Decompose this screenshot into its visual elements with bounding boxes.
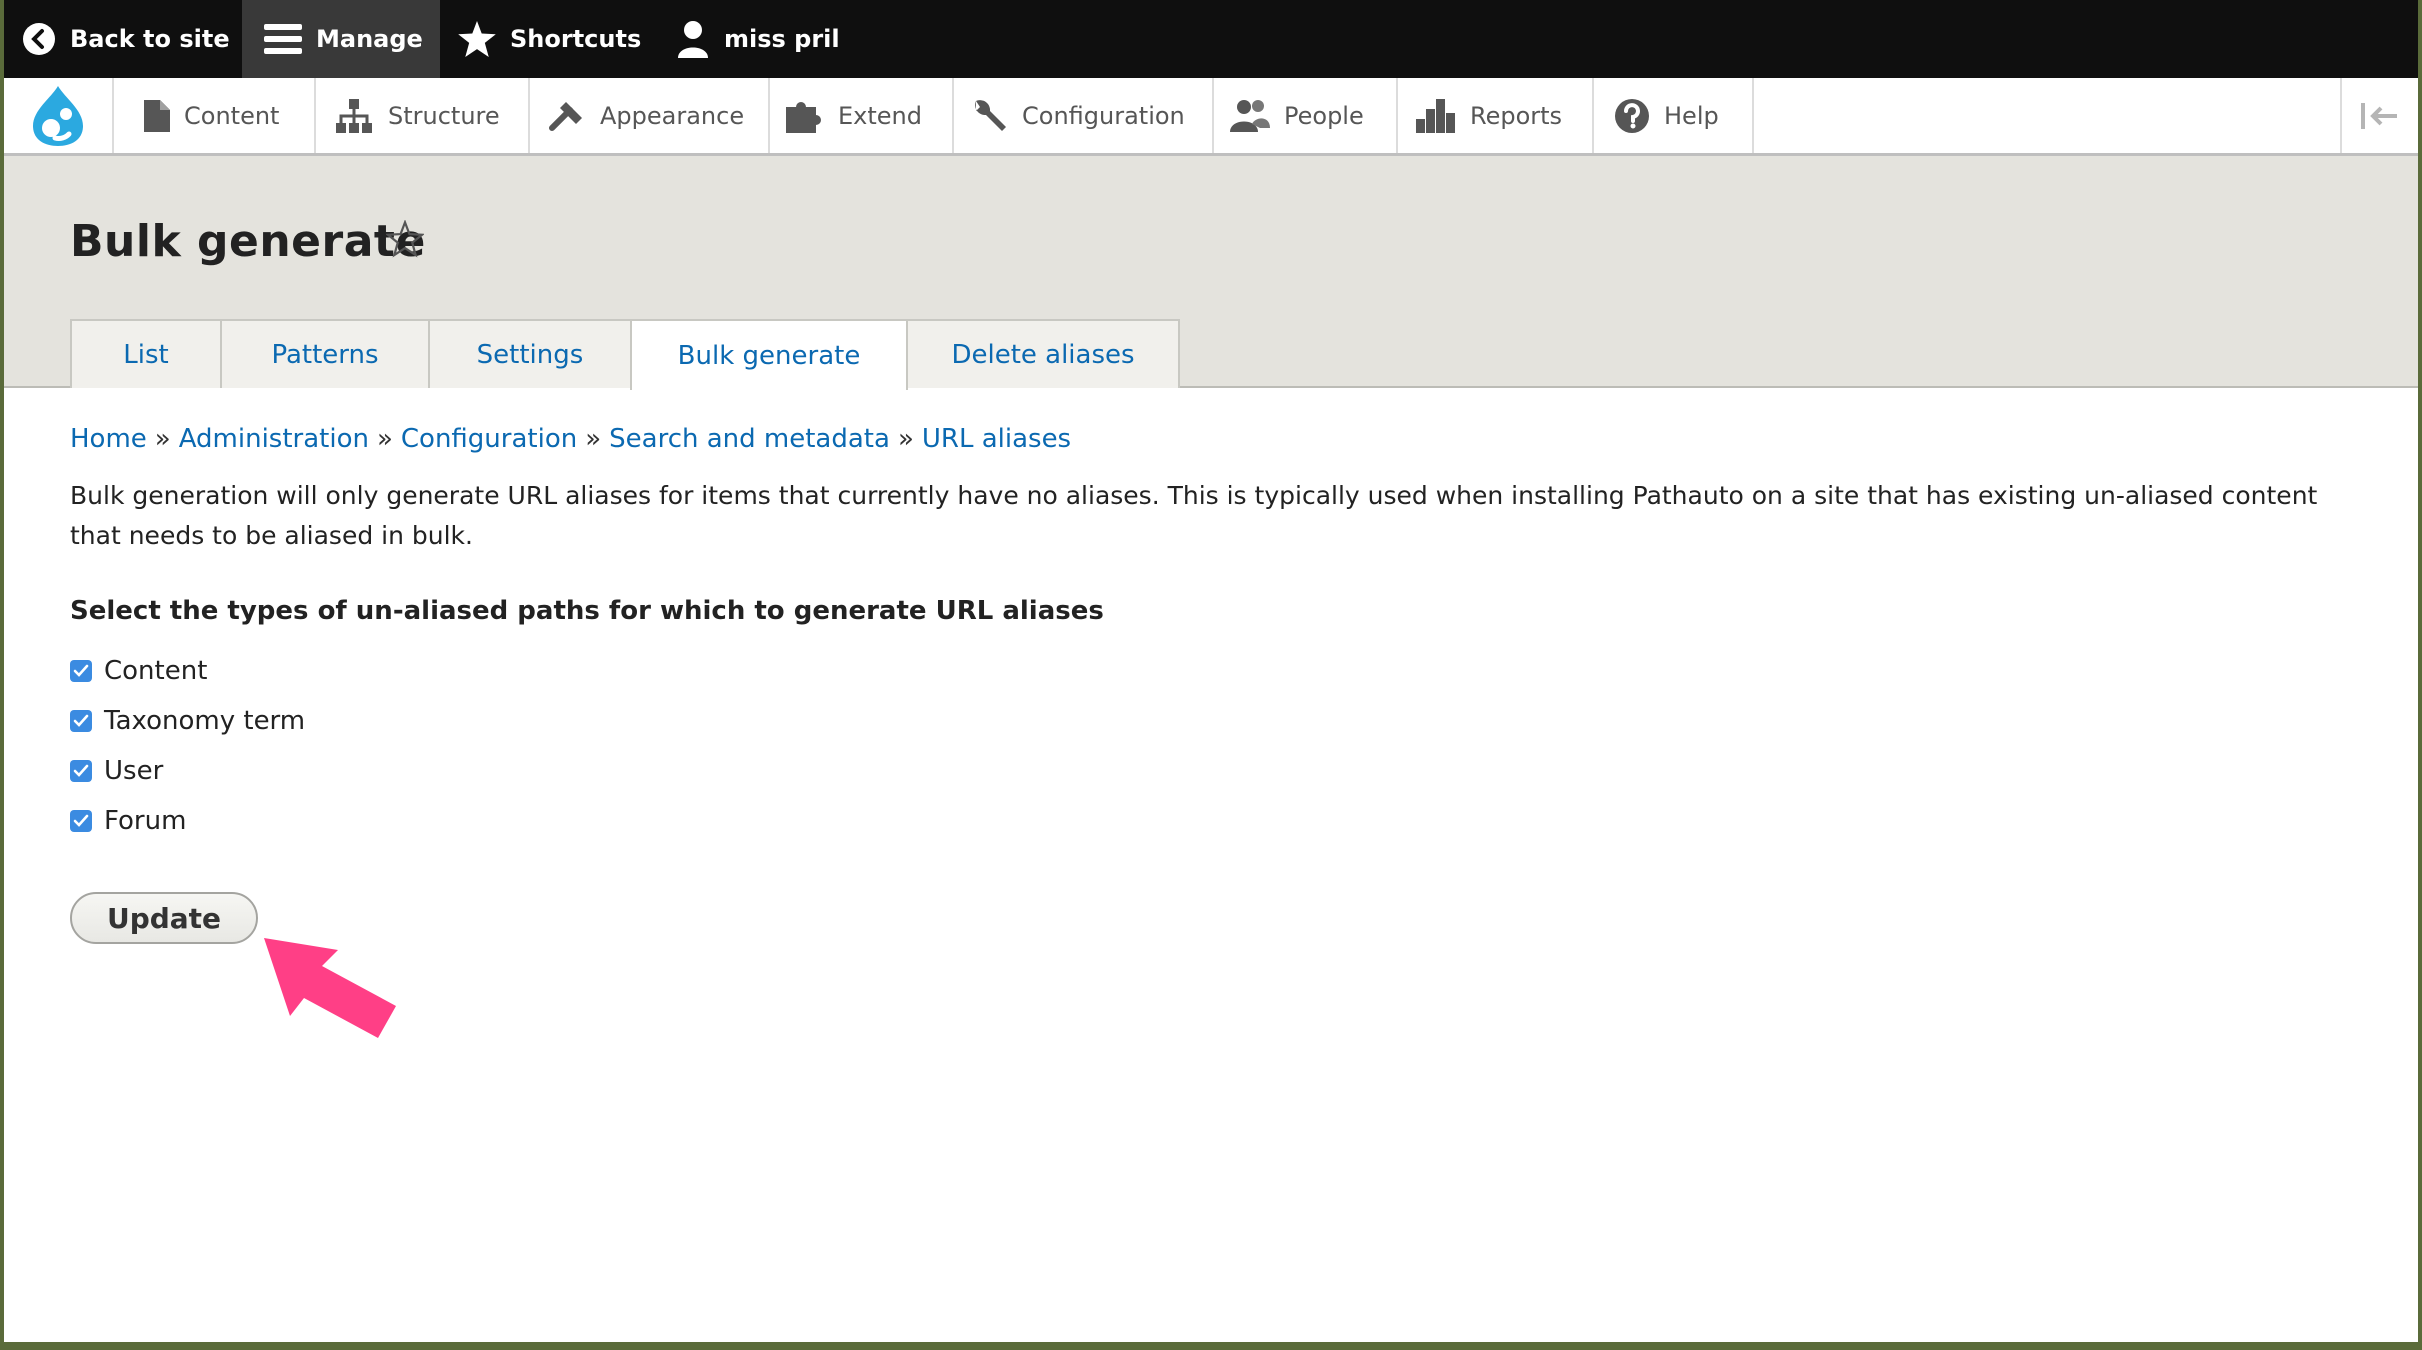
admin-toolbar: Back to site Manage Shortcuts miss pril — [4, 0, 2418, 78]
tray-item-label: Help — [1664, 101, 1719, 130]
help-icon — [1614, 98, 1650, 134]
option-forum[interactable]: Forum — [70, 796, 305, 846]
checkbox-checked-icon[interactable] — [70, 660, 92, 682]
tray-item-appearance[interactable]: Appearance — [530, 78, 770, 153]
browser-viewport: Back to site Manage Shortcuts miss pril — [4, 0, 2418, 1342]
collapse-left-icon — [2361, 102, 2397, 129]
page-title: Bulk generate — [70, 216, 426, 267]
checkbox-checked-icon[interactable] — [70, 760, 92, 782]
tray-item-label: Content — [184, 101, 280, 130]
tray-item-label: People — [1284, 101, 1364, 130]
people-icon — [1230, 98, 1270, 134]
fieldset-label: Select the types of un-aliased paths for… — [70, 596, 1104, 626]
breadcrumb-separator: » — [376, 424, 393, 454]
checkbox-checked-icon[interactable] — [70, 810, 92, 832]
bar-chart-icon — [1416, 98, 1456, 133]
drupal-logo[interactable] — [4, 78, 114, 153]
update-button[interactable]: Update — [70, 892, 258, 944]
sitemap-icon — [334, 98, 374, 133]
tray-item-configuration[interactable]: Configuration — [954, 78, 1214, 153]
primary-tabs: List Patterns Settings Bulk generate Del… — [70, 319, 1180, 390]
option-taxonomy-term[interactable]: Taxonomy term — [70, 696, 305, 746]
annotation-arrow-icon — [260, 934, 410, 1048]
breadcrumb-search-and-metadata[interactable]: Search and metadata — [609, 424, 890, 454]
tab-bulk-generate[interactable]: Bulk generate — [630, 319, 908, 390]
tray-item-label: Configuration — [1022, 101, 1185, 130]
paintbrush-icon — [548, 98, 586, 134]
drupal-drop-icon — [33, 85, 83, 146]
tab-list[interactable]: List — [70, 319, 222, 388]
path-type-options: Content Taxonomy term User Forum — [70, 646, 305, 846]
tray-item-content[interactable]: Content — [114, 78, 316, 153]
manage-label: Manage — [316, 25, 423, 53]
user-tab[interactable]: miss pril — [676, 0, 840, 78]
tab-patterns[interactable]: Patterns — [220, 319, 430, 388]
user-icon — [676, 20, 710, 58]
option-user[interactable]: User — [70, 746, 305, 796]
tray-item-label: Structure — [388, 101, 500, 130]
tab-settings[interactable]: Settings — [428, 319, 632, 388]
tray-item-label: Extend — [838, 101, 922, 130]
tray-item-label: Appearance — [600, 101, 745, 130]
breadcrumb-separator: » — [154, 424, 171, 454]
shortcuts-label: Shortcuts — [510, 25, 642, 53]
breadcrumb-administration[interactable]: Administration — [179, 424, 369, 454]
tray-item-structure[interactable]: Structure — [316, 78, 530, 153]
breadcrumb-separator: » — [897, 424, 914, 454]
option-label: Content — [104, 656, 208, 686]
hamburger-icon — [264, 22, 302, 56]
admin-tray: Content Structure Appearance Extend Conf… — [4, 78, 2418, 156]
breadcrumb-separator: » — [585, 424, 602, 454]
breadcrumb-url-aliases[interactable]: URL aliases — [922, 424, 1071, 454]
document-icon — [144, 99, 170, 132]
tab-delete-aliases[interactable]: Delete aliases — [906, 319, 1180, 388]
option-label: User — [104, 756, 164, 786]
wrench-icon — [970, 97, 1008, 135]
puzzle-icon — [786, 99, 824, 133]
manage-tab[interactable]: Manage — [242, 0, 440, 78]
back-to-site-label: Back to site — [70, 25, 230, 53]
description-text: Bulk generation will only generate URL a… — [70, 481, 2318, 550]
star-icon — [458, 21, 496, 57]
tray-item-help[interactable]: Help — [1594, 78, 1754, 153]
tray-item-extend[interactable]: Extend — [770, 78, 954, 153]
user-label: miss pril — [724, 25, 840, 53]
option-label: Taxonomy term — [104, 706, 306, 736]
back-to-site-link[interactable]: Back to site — [22, 0, 230, 78]
shortcuts-tab[interactable]: Shortcuts — [458, 0, 641, 78]
back-arrow-icon — [22, 22, 56, 56]
page-header: Bulk generate List Patterns Settings Bul… — [4, 156, 2418, 390]
breadcrumb: Home» Administration» Configuration» Search… — [70, 424, 1071, 454]
tray-item-reports[interactable]: Reports — [1398, 78, 1594, 153]
checkbox-checked-icon[interactable] — [70, 710, 92, 732]
shortcut-star-icon[interactable] — [384, 219, 426, 262]
tray-item-label: Reports — [1470, 101, 1563, 130]
tray-orientation-toggle[interactable] — [2340, 78, 2418, 153]
option-label: Forum — [104, 806, 187, 836]
breadcrumb-home[interactable]: Home — [70, 424, 147, 454]
option-content[interactable]: Content — [70, 646, 305, 696]
breadcrumb-configuration[interactable]: Configuration — [401, 424, 577, 454]
tray-item-people[interactable]: People — [1214, 78, 1398, 153]
